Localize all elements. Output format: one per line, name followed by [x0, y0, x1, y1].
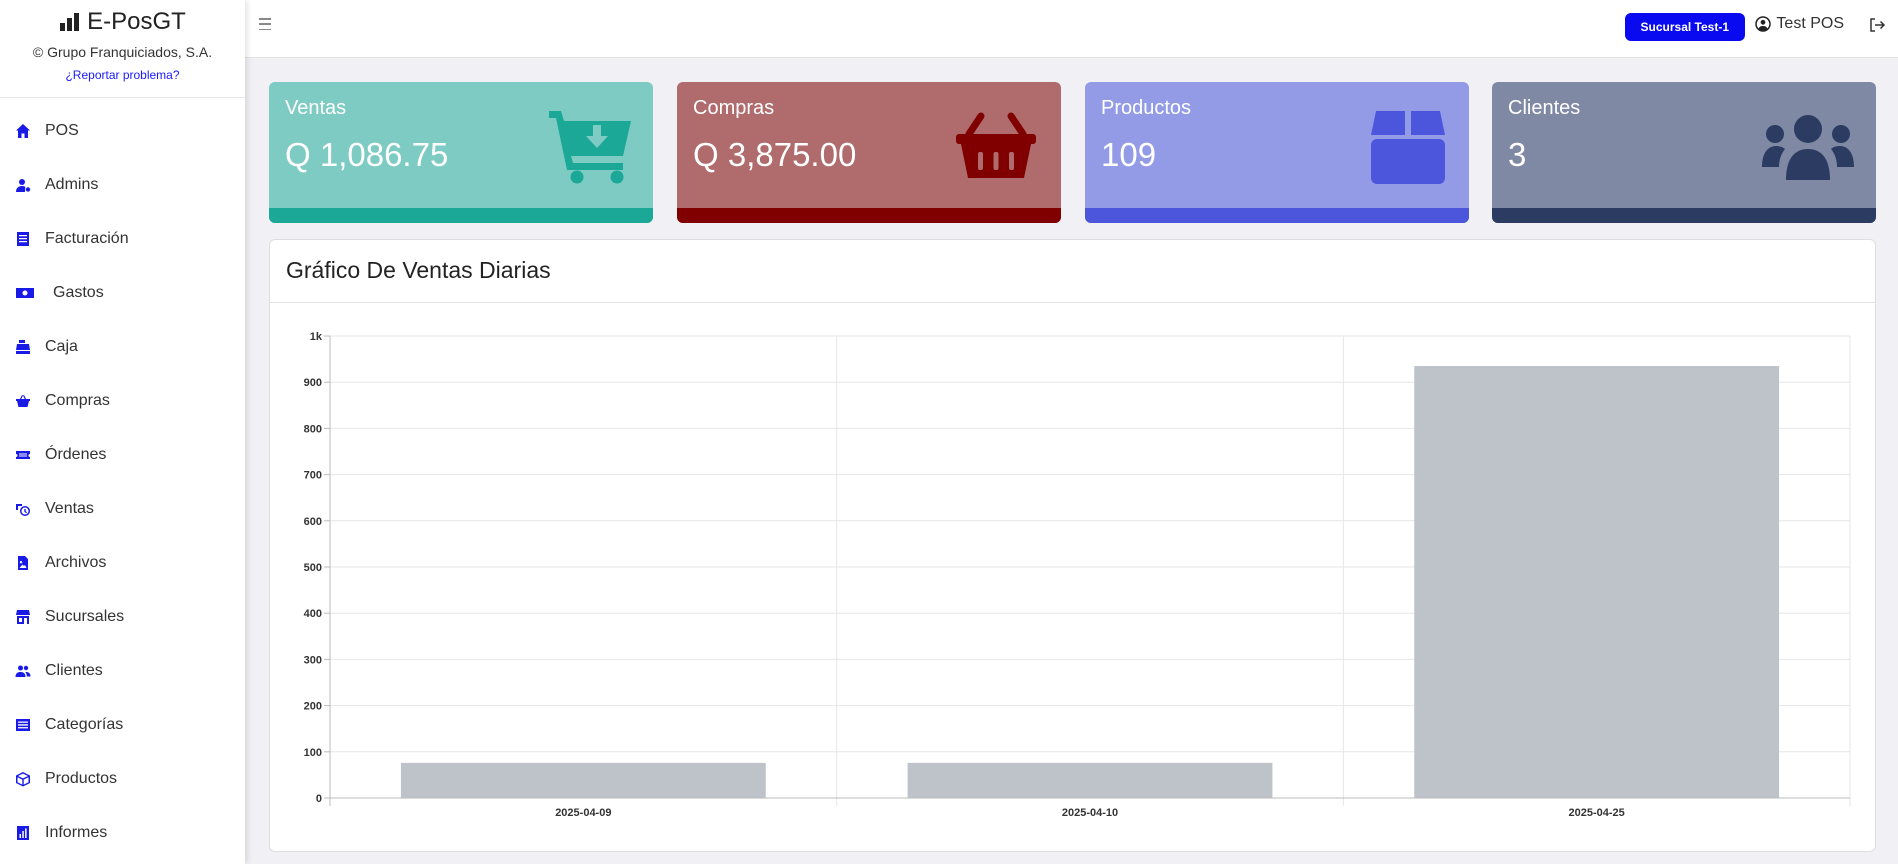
sidebar-item-label: Archivos: [45, 554, 107, 571]
y-tick-label: 300: [304, 654, 322, 666]
report-chart-icon: [15, 825, 31, 841]
menu-toggle-icon[interactable]: [259, 18, 271, 30]
sidebar-item-informes[interactable]: Informes: [0, 806, 245, 860]
sidebar-item-label: Compras: [45, 392, 110, 409]
chart-title: Gráfico De Ventas Diarias: [270, 240, 1875, 303]
sales-clock-icon: [15, 501, 31, 517]
sidebar-item-label: Órdenes: [45, 446, 107, 463]
sidebar-item-productos[interactable]: Productos: [0, 752, 245, 806]
card-accent-bar: [677, 208, 1061, 223]
money-bill-icon: [15, 285, 35, 301]
card-accent-bar: [1085, 208, 1469, 223]
daily-sales-chart-panel: Gráfico De Ventas Diarias 0 100 200 300 400 5…: [269, 239, 1876, 852]
products-card[interactable]: Productos 109: [1085, 82, 1469, 223]
ticket-icon: [15, 447, 31, 463]
y-tick-label: 700: [304, 470, 322, 482]
sidebar-item-clientes[interactable]: Clientes: [0, 644, 245, 698]
y-tick-label: 100: [304, 747, 322, 759]
bar-chart-icon: [60, 13, 80, 31]
y-tick-label: 400: [304, 608, 322, 620]
list-icon: [15, 717, 31, 733]
sidebar: E-PosGT © Grupo Franquiciados, S.A. ¿Rep…: [0, 0, 245, 864]
sidebar-item-label: Caja: [45, 338, 78, 355]
sidebar-item-gastos[interactable]: Gastos: [0, 266, 245, 320]
sidebar-item-label: Productos: [45, 770, 118, 787]
report-problem-link[interactable]: ¿Reportar problema?: [0, 68, 245, 82]
basket-icon: [15, 393, 31, 409]
topbar: Sucursal Test-1 Test POS: [245, 0, 1898, 58]
brand-header: E-PosGT © Grupo Franquiciados, S.A. ¿Rep…: [0, 0, 245, 98]
y-tick-label: 1k: [310, 331, 323, 343]
bar-chart: 0 100 200 300 400 500 600 700 800 900 1k 2025-04-09…: [304, 331, 1851, 819]
logout-icon[interactable]: [1868, 16, 1886, 34]
bar: [1414, 366, 1780, 798]
card-label: Ventas: [285, 97, 347, 119]
sidebar-item-caja[interactable]: Caja: [0, 320, 245, 374]
card-label: Compras: [693, 97, 775, 119]
sidebar-item-ordenes[interactable]: Órdenes: [0, 428, 245, 482]
clients-card[interactable]: Clientes 3: [1492, 82, 1876, 223]
sidebar-item-label: POS: [45, 122, 79, 139]
sidebar-nav: POS Admins Facturación Gastos Caja Compr…: [0, 104, 245, 860]
sidebar-item-label: Clientes: [45, 662, 103, 679]
sidebar-item-categorias[interactable]: Categorías: [0, 698, 245, 752]
card-accent-bar: [269, 208, 653, 223]
sidebar-item-label: Categorías: [45, 716, 124, 733]
sidebar-item-admins[interactable]: Admins: [0, 158, 245, 212]
branch-selector-button[interactable]: Sucursal Test-1: [1624, 13, 1745, 41]
store-icon: [15, 609, 31, 625]
sales-card[interactable]: Ventas Q 1,086.75: [269, 82, 653, 223]
card-accent-bar: [1492, 208, 1876, 223]
users-icon: [15, 663, 31, 679]
x-tick-label: 2025-04-10: [1062, 807, 1118, 819]
basket-icon: [956, 112, 1036, 178]
card-value: 3: [1508, 136, 1527, 173]
sidebar-item-compras[interactable]: Compras: [0, 374, 245, 428]
y-tick-label: 800: [304, 423, 322, 435]
y-tick-label: 900: [304, 377, 322, 389]
y-tick-label: 0: [316, 793, 322, 805]
file-image-icon: [15, 555, 31, 571]
sidebar-item-label: Ventas: [45, 500, 94, 517]
box-icon: [1371, 111, 1445, 184]
user-name: Test POS: [1776, 15, 1844, 32]
sidebar-item-label: Gastos: [53, 284, 104, 301]
sidebar-item-label: Informes: [45, 824, 108, 841]
card-value: 109: [1101, 136, 1157, 173]
y-tick-label: 600: [304, 516, 322, 528]
bar: [907, 762, 1273, 798]
purchases-card[interactable]: Compras Q 3,875.00: [677, 82, 1061, 223]
bar: [400, 762, 766, 798]
sidebar-item-facturacion[interactable]: Facturación: [0, 212, 245, 266]
cart-download-icon: [549, 111, 631, 184]
user-circle-icon: [1755, 16, 1772, 32]
card-value: Q 1,086.75: [285, 136, 449, 173]
card-value: Q 3,875.00: [693, 136, 857, 173]
brand-name: E-PosGT: [87, 8, 186, 35]
user-menu[interactable]: Test POS: [1755, 15, 1844, 33]
sidebar-item-label: Admins: [45, 176, 99, 193]
users-icon: [1762, 115, 1854, 180]
sidebar-item-pos[interactable]: POS: [0, 104, 245, 158]
card-label: Clientes: [1508, 97, 1581, 119]
sidebar-item-ventas[interactable]: Ventas: [0, 482, 245, 536]
receipt-icon: [15, 231, 31, 247]
sidebar-item-archivos[interactable]: Archivos: [0, 536, 245, 590]
x-tick-label: 2025-04-09: [555, 807, 611, 819]
user-gear-icon: [15, 177, 31, 193]
card-label: Productos: [1101, 97, 1192, 119]
home-icon: [15, 123, 31, 139]
sidebar-item-label: Facturación: [45, 230, 129, 247]
chart-area: 0 100 200 300 400 500 600 700 800 900 1k 2025-04-09…: [270, 304, 1877, 852]
company-name: © Grupo Franquiciados, S.A.: [32, 44, 213, 60]
y-tick-label: 200: [304, 701, 322, 713]
cash-register-icon: [15, 339, 31, 355]
sidebar-item-sucursales[interactable]: Sucursales: [0, 590, 245, 644]
y-tick-label: 500: [304, 562, 322, 574]
box-icon: [15, 771, 31, 787]
x-tick-label: 2025-04-25: [1569, 807, 1625, 819]
sidebar-item-label: Sucursales: [45, 608, 125, 625]
brand-title[interactable]: E-PosGT: [0, 8, 245, 36]
